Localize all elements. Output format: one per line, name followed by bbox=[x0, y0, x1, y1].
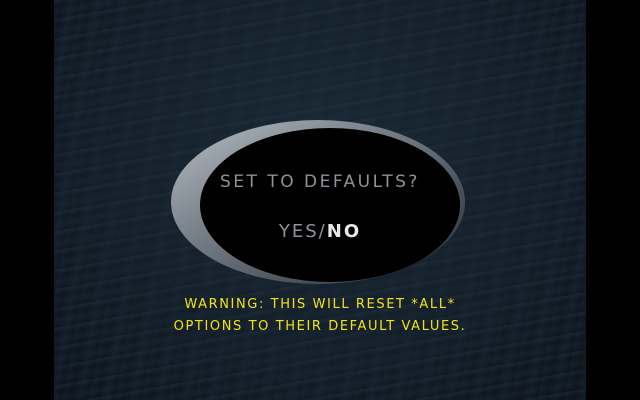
yes-no-selector: YES/NO bbox=[200, 221, 440, 242]
option-separator: / bbox=[318, 221, 327, 242]
warning-line-1: WARNING: THIS WILL RESET *ALL* bbox=[184, 297, 456, 312]
no-option[interactable]: NO bbox=[327, 221, 361, 242]
dialog-title: SET TO DEFAULTS? bbox=[220, 172, 420, 192]
game-screen: SET TO DEFAULTS? YES/NO WARNING: THIS WI… bbox=[0, 0, 640, 400]
yes-option[interactable]: YES bbox=[279, 221, 319, 242]
warning-line-2: OPTIONS TO THEIR DEFAULT VALUES. bbox=[173, 319, 467, 334]
ring-emblem bbox=[171, 120, 465, 284]
